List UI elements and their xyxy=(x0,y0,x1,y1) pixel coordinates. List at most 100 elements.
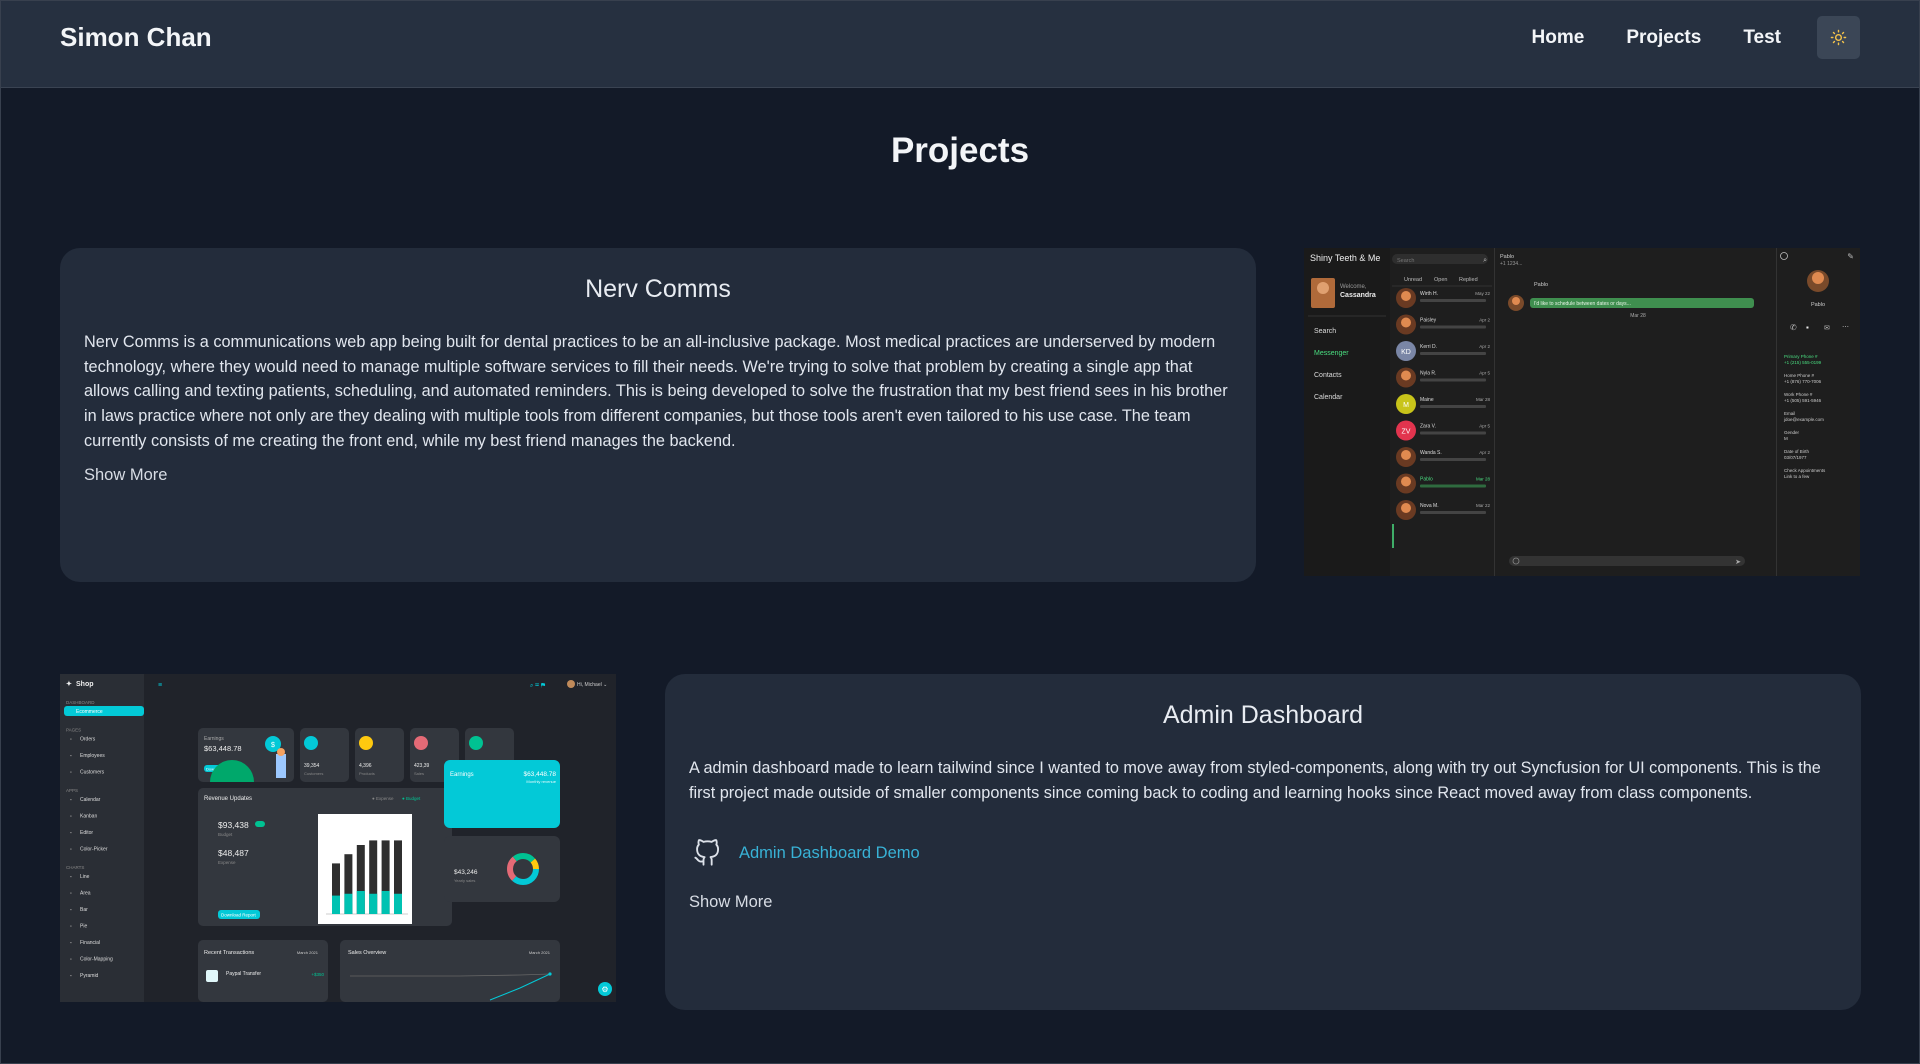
svg-text:Sales: Sales xyxy=(414,771,424,776)
brand-name[interactable]: Simon Chan xyxy=(60,22,212,53)
svg-text:M: M xyxy=(1403,402,1409,409)
svg-text:✆: ✆ xyxy=(1790,323,1797,332)
svg-text:Products: Products xyxy=(359,771,375,776)
sidebar-item[interactable]: Bar xyxy=(80,907,88,913)
sidebar-item[interactable]: Customers xyxy=(80,770,105,776)
contact-info-text: Date of Birth xyxy=(1784,449,1810,454)
svg-text:Cassandra: Cassandra xyxy=(1340,292,1376,299)
sidebar-section-title: CHARTS xyxy=(66,865,84,870)
svg-text:Yearly sales: Yearly sales xyxy=(454,878,475,883)
project-description: Nerv Comms is a communications web app b… xyxy=(84,333,1228,450)
sidebar-section-title: PAGES xyxy=(66,728,81,733)
svg-text:Mar 28: Mar 28 xyxy=(1630,313,1646,319)
svg-text:Wanda S.: Wanda S. xyxy=(1420,450,1442,456)
nav-home[interactable]: Home xyxy=(1532,27,1585,49)
svg-text:Earnings: Earnings xyxy=(204,736,224,742)
sidebar-section-title: APPS xyxy=(66,788,78,793)
main-nav: Home Projects Test xyxy=(1532,16,1860,59)
svg-text:≡: ≡ xyxy=(158,682,162,689)
contact-info-text: Primary Phone # xyxy=(1784,354,1818,359)
svg-text:● Budget: ● Budget xyxy=(402,796,421,801)
svg-text:$43,246: $43,246 xyxy=(454,869,478,876)
expense-bar xyxy=(344,893,353,914)
contact-info-text: Email xyxy=(1784,411,1795,416)
show-more-button[interactable]: Show More xyxy=(84,466,1232,485)
svg-text:⋯: ⋯ xyxy=(1842,324,1849,331)
svg-text:Pablo: Pablo xyxy=(1500,254,1514,260)
svg-text:✎: ✎ xyxy=(1847,252,1854,261)
nav-projects[interactable]: Projects xyxy=(1626,27,1701,49)
nerv-comms-screenshot[interactable]: Shiny Teeth & Me Welcome, Cassandra Sear… xyxy=(1304,248,1860,576)
contact-info-text: 03/07/1977 xyxy=(1784,455,1807,460)
svg-text:Pablo: Pablo xyxy=(1534,282,1548,288)
expense-bar xyxy=(381,891,390,914)
expense-bar xyxy=(394,893,402,914)
sidebar-item[interactable]: Ecommerce xyxy=(76,709,103,715)
svg-text:Sales Overview: Sales Overview xyxy=(348,950,386,956)
svg-text:May 22: May 22 xyxy=(1475,291,1490,296)
svg-text:▪: ▪ xyxy=(1806,323,1809,332)
svg-text:Pablo: Pablo xyxy=(1420,477,1433,483)
svg-text:⚙: ⚙ xyxy=(601,985,608,994)
svg-text:Nova M.: Nova M. xyxy=(1420,503,1439,509)
menu-calendar: Calendar xyxy=(1314,394,1343,401)
contact-info-text: Link to a few xyxy=(1784,474,1810,479)
svg-text:Budget: Budget xyxy=(218,832,233,837)
svg-text:Expense: Expense xyxy=(218,860,236,865)
svg-text:I'd like to schedule between d: I'd like to schedule between dates or da… xyxy=(1534,301,1631,307)
contact-info-text: jdoe@example.com xyxy=(1783,417,1824,422)
sidebar-item[interactable]: Calendar xyxy=(80,797,101,803)
svg-text:Mar 28: Mar 28 xyxy=(1476,397,1491,402)
sidebar-item[interactable]: Color-Mapping xyxy=(80,957,113,963)
admin-dashboard-screenshot[interactable]: ✦ Shop DASHBOARD Ecommerce PAGES ▪ Orders ▪ Em… xyxy=(60,674,616,1002)
svg-text:ZV: ZV xyxy=(1402,429,1411,436)
sidebar-item[interactable]: Orders xyxy=(80,737,96,743)
contact-info-text: Home Phone # xyxy=(1784,373,1815,378)
sidebar-item[interactable]: Kanban xyxy=(80,814,97,820)
sidebar-item[interactable]: Pyramid xyxy=(80,973,99,979)
expense-bar xyxy=(369,893,378,914)
svg-text:✉: ✉ xyxy=(1824,325,1830,332)
demo-link-row: Admin Dashboard Demo xyxy=(693,839,1837,867)
sidebar-item[interactable]: Financial xyxy=(80,940,100,946)
svg-text:Recent Transactions: Recent Transactions xyxy=(204,950,254,956)
sidebar-item[interactable]: Line xyxy=(80,874,90,880)
sidebar-item[interactable]: Employees xyxy=(80,753,105,759)
sun-icon xyxy=(1830,29,1847,46)
svg-text:Replied: Replied xyxy=(1459,277,1478,283)
show-more-button[interactable]: Show More xyxy=(689,893,1837,912)
svg-text:Apr 2: Apr 2 xyxy=(1479,450,1490,455)
svg-text:Download Report: Download Report xyxy=(221,913,257,918)
svg-text:Open: Open xyxy=(1434,277,1447,283)
theme-toggle-button[interactable] xyxy=(1817,16,1860,59)
svg-text:KD: KD xyxy=(1401,349,1411,356)
nav-test[interactable]: Test xyxy=(1743,27,1781,49)
svg-text:Customers: Customers xyxy=(304,771,323,776)
sidebar-item[interactable]: Editor xyxy=(80,830,93,836)
svg-text:Revenue Updates: Revenue Updates xyxy=(204,796,252,802)
svg-text:Monthly revenue: Monthly revenue xyxy=(526,779,556,784)
page-title: Projects xyxy=(890,131,1030,170)
svg-text:Apr 2: Apr 2 xyxy=(1479,344,1490,349)
github-icon[interactable] xyxy=(693,839,721,867)
svg-text:Mar 28: Mar 28 xyxy=(1476,477,1491,482)
svg-text:Earnings: Earnings xyxy=(450,772,474,778)
svg-text:March 2021: March 2021 xyxy=(529,950,551,955)
svg-text:Nyla R.: Nyla R. xyxy=(1420,371,1436,377)
sidebar-item[interactable]: Pie xyxy=(80,924,87,930)
menu-search: Search xyxy=(1314,328,1336,335)
contact-info-text: +1 (505) 591-5946 xyxy=(1784,398,1822,403)
sidebar-item[interactable]: Color-Picker xyxy=(80,847,108,853)
svg-text:Paypal Transfer: Paypal Transfer xyxy=(226,971,261,977)
contact-info-text: +1 (876) 770-7006 xyxy=(1784,379,1822,384)
admin-dashboard-demo-link[interactable]: Admin Dashboard Demo xyxy=(739,844,920,863)
app-name: Shiny Teeth & Me xyxy=(1310,253,1380,263)
svg-text:+$350: +$350 xyxy=(311,972,324,977)
sidebar-item[interactable]: Area xyxy=(80,891,91,897)
top-header: Simon Chan Home Projects Test xyxy=(0,0,1920,88)
svg-text:Unread: Unread xyxy=(1404,277,1422,283)
svg-text:4,396: 4,396 xyxy=(359,763,372,769)
svg-text:Maine: Maine xyxy=(1420,397,1434,403)
project-description: A admin dashboard made to learn tailwind… xyxy=(689,759,1821,802)
svg-text:March 2021: March 2021 xyxy=(297,950,319,955)
